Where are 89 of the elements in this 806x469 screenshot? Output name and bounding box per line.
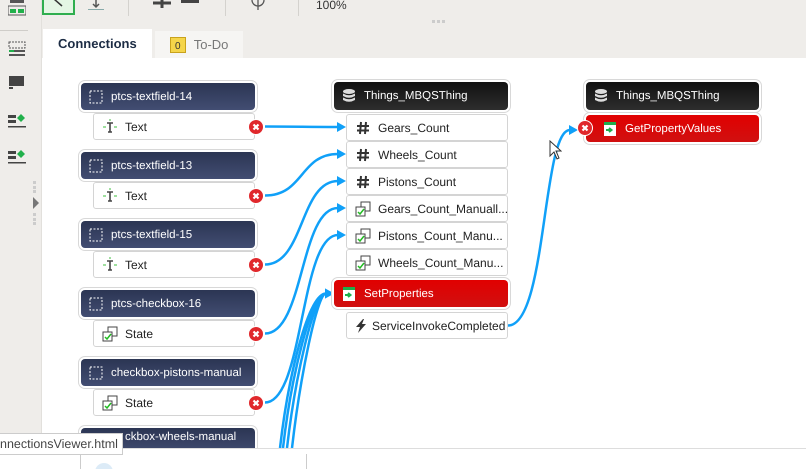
grip-icon bbox=[33, 181, 37, 193]
node-title: ptcs-checkbox-16 bbox=[111, 298, 202, 310]
node-title: GetPropertyValues bbox=[625, 122, 722, 134]
property-row[interactable]: ServiceInvokeCompleted bbox=[346, 312, 508, 339]
service-icon bbox=[341, 286, 357, 302]
layout-icon[interactable] bbox=[8, 0, 26, 16]
database-icon bbox=[593, 88, 609, 104]
property-row[interactable]: Pistons_Count bbox=[346, 168, 508, 195]
node-title: ptcs-textfield-15 bbox=[111, 228, 192, 240]
node-header[interactable]: ptcs-checkbox-16 bbox=[81, 290, 255, 317]
property-row[interactable]: Wheels_Count bbox=[346, 141, 508, 168]
property-label: State bbox=[125, 396, 154, 410]
tab[interactable]: Connections bbox=[43, 29, 152, 58]
error-icon bbox=[248, 326, 264, 342]
property-label: Text bbox=[125, 120, 148, 134]
url-tooltip: nnectionsViewer.html bbox=[0, 433, 123, 455]
grip-icon bbox=[432, 20, 446, 23]
node-title: checkbox-pistons-manual bbox=[111, 366, 242, 378]
property-row[interactable]: Wheels_Count_Manu... bbox=[346, 249, 508, 276]
text-icon bbox=[102, 188, 118, 204]
cursor-icon bbox=[549, 140, 562, 160]
crosshair-icon[interactable] bbox=[250, 0, 266, 11]
frame-icon bbox=[88, 88, 104, 104]
node-title: ptcs-textfield-14 bbox=[111, 90, 192, 102]
frame-icon bbox=[88, 226, 104, 242]
panel-icon[interactable] bbox=[8, 41, 26, 57]
grip-icon bbox=[33, 213, 37, 225]
service-icon bbox=[602, 120, 618, 136]
node-title: SetProperties bbox=[364, 288, 434, 300]
hash-icon bbox=[355, 174, 371, 190]
node-header[interactable]: Things_MBQSThing bbox=[334, 82, 508, 110]
frame-icon bbox=[88, 158, 104, 174]
checkbox-icon bbox=[102, 394, 118, 410]
property-label: Wheels_Count bbox=[378, 148, 457, 162]
hash-icon bbox=[355, 146, 371, 162]
node-title: Things_MBQSThing bbox=[616, 90, 720, 102]
node-title: Things_MBQSThing bbox=[364, 90, 468, 102]
property-row[interactable]: Pistons_Count_Manu... bbox=[346, 222, 508, 249]
node-header[interactable]: checkbox-pistons-manual bbox=[81, 359, 255, 386]
service-node[interactable]: SetProperties bbox=[334, 280, 508, 307]
text-icon bbox=[102, 256, 118, 272]
property-row[interactable]: Gears_Count bbox=[346, 114, 508, 141]
count-badge: 0 bbox=[170, 36, 186, 52]
node-title: ptcs-textfield-13 bbox=[111, 160, 192, 172]
frame-icon bbox=[88, 364, 104, 380]
error-icon bbox=[248, 118, 264, 134]
error-icon bbox=[248, 188, 264, 204]
node-header[interactable]: ptcs-textfield-14 bbox=[81, 83, 255, 110]
property-label: Pistons_Count bbox=[378, 174, 456, 188]
property-row[interactable]: State bbox=[93, 389, 255, 416]
property-label: State bbox=[125, 326, 154, 340]
property-row[interactable]: Text bbox=[93, 113, 255, 140]
download-icon[interactable] bbox=[87, 0, 105, 10]
add-icon[interactable] bbox=[153, 0, 171, 8]
hash-icon bbox=[355, 120, 371, 136]
checkbox-icon bbox=[355, 254, 371, 270]
data-icon[interactable] bbox=[8, 149, 26, 165]
node-header[interactable]: ptcs-textfield-15 bbox=[81, 221, 255, 248]
property-label: Pistons_Count_Manu... bbox=[378, 228, 503, 242]
data-icon[interactable] bbox=[8, 113, 26, 129]
error-icon bbox=[577, 120, 593, 136]
property-row[interactable]: Text bbox=[93, 182, 255, 209]
checkbox-icon bbox=[102, 326, 118, 342]
error-icon bbox=[248, 394, 264, 410]
expand-icon[interactable] bbox=[33, 197, 39, 209]
property-label: ServiceInvokeCompleted bbox=[372, 318, 506, 332]
checkbox-icon bbox=[355, 200, 371, 216]
node-header[interactable]: Things_MBQSThing bbox=[586, 82, 759, 110]
node-header[interactable]: ptcs-textfield-13 bbox=[81, 152, 255, 179]
property-label: Gears_Count_Manuall... bbox=[378, 202, 508, 216]
zoom-level: 100% bbox=[316, 0, 347, 10]
node-title: ckbox-wheels-manual bbox=[125, 431, 236, 443]
checkbox-icon bbox=[355, 228, 371, 244]
tab[interactable]: 0 To-Do bbox=[154, 31, 244, 58]
frame-icon bbox=[88, 296, 104, 312]
database-icon bbox=[341, 88, 357, 104]
property-label: Text bbox=[125, 258, 148, 272]
text-icon bbox=[102, 118, 118, 134]
remove-icon[interactable] bbox=[181, 0, 199, 4]
error-icon bbox=[248, 256, 264, 272]
lightning-icon bbox=[353, 318, 369, 334]
property-row[interactable]: Text bbox=[93, 251, 255, 278]
service-node[interactable]: GetPropertyValues bbox=[586, 115, 759, 142]
property-row[interactable]: Gears_Count_Manuall... bbox=[346, 195, 508, 222]
property-label: Wheels_Count_Manu... bbox=[378, 256, 504, 270]
property-label: Gears_Count bbox=[378, 120, 450, 134]
property-label: Text bbox=[125, 188, 148, 202]
property-row[interactable]: State bbox=[93, 320, 255, 347]
monitor-icon[interactable] bbox=[8, 75, 26, 91]
